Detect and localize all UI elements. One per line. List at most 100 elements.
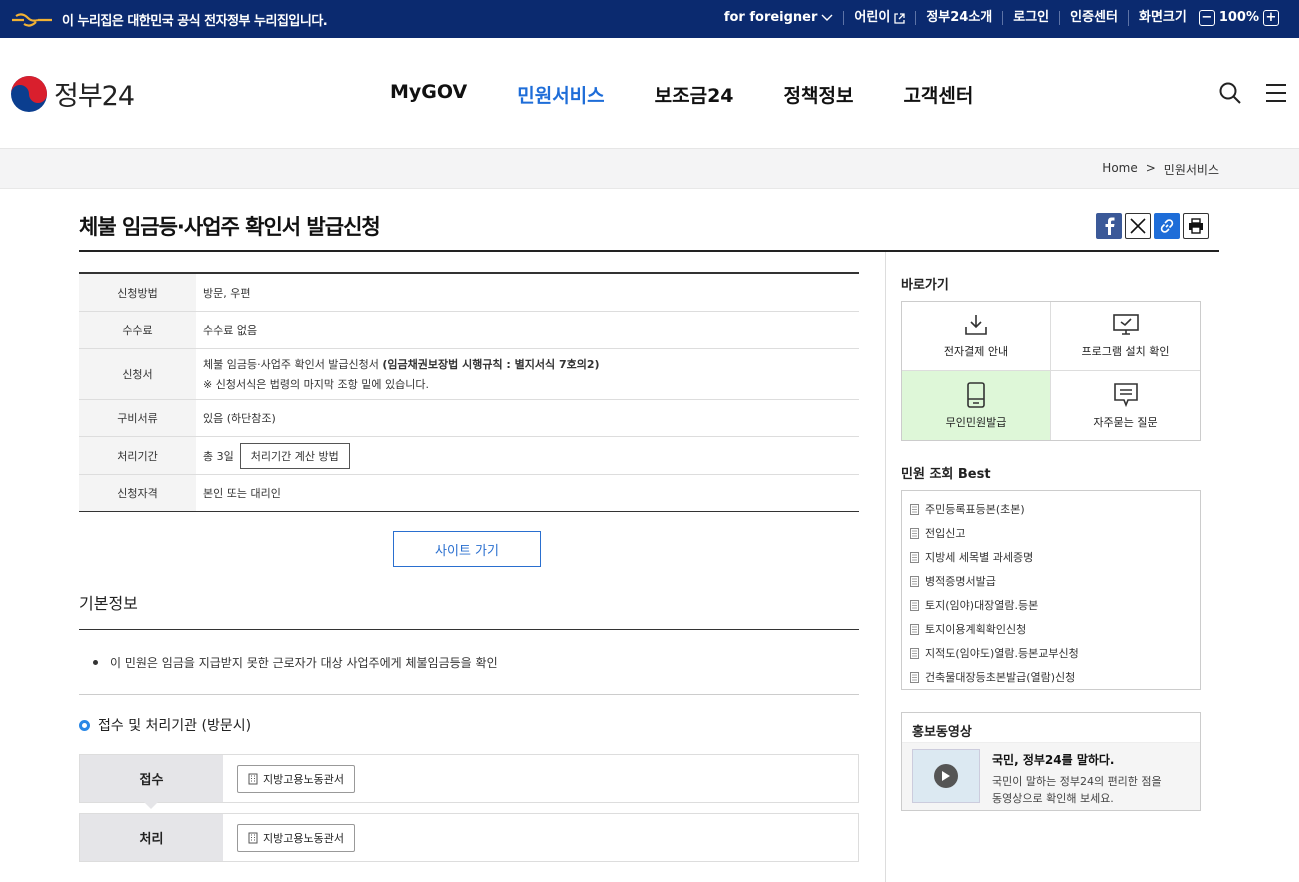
info-row-eligibility: 신청자격 본인 또는 대리인 [79,474,859,511]
quick-program-check[interactable]: 프로그램 설치 확인 [1051,302,1200,371]
menu-icon[interactable] [1265,82,1287,104]
document-icon [910,647,919,659]
document-icon [910,503,919,515]
info-row-documents: 구비서류 있음 (하단참조) [79,399,859,436]
nav-customer-center[interactable]: 고객센터 [903,81,973,108]
document-icon [910,671,919,683]
quick-e-payment[interactable]: 전자결제 안내 [902,302,1051,371]
receipt-label-cell: 접수 [80,755,223,809]
sidebar-divider [885,252,886,882]
print-icon[interactable] [1183,213,1209,239]
best-item-label: 지적도(임야도)열람.등본교부신청 [925,647,1079,660]
quick-label: 자주묻는 질문 [1093,415,1158,429]
foreigner-link[interactable]: for foreigner [714,11,844,25]
search-icon[interactable] [1219,82,1241,104]
breadcrumb-current[interactable]: 민원서비스 [1164,161,1219,178]
gov24-logo[interactable]: 정부24 [10,74,135,113]
gov24-intro-link[interactable]: 정부24소개 [915,11,1002,25]
x-twitter-icon[interactable] [1125,213,1151,239]
quick-links: 전자결제 안내 프로그램 설치 확인 무인민원발급 자주묻는 질문 [901,301,1201,441]
quick-faq[interactable]: 자주묻는 질문 [1051,371,1200,440]
cert-center-link[interactable]: 인증센터 [1059,11,1128,25]
best-item-label: 지방세 세목별 과세증명 [925,551,1034,564]
best-list-item[interactable]: 건축물대장등초본발급(열람)신청 [910,665,1192,689]
receipt-row: 접수 지방고용노동관서 [79,754,859,809]
form-link[interactable]: 체불 임금등·사업주 확인서 발급신청서 [203,358,379,371]
process-label-cell: 처리 [80,814,223,861]
info-label: 처리기간 [79,437,196,474]
document-icon [910,623,919,635]
external-link-icon [894,12,905,24]
info-value: 총 3일 처리기간 계산 방법 [196,437,859,474]
best-title: 민원 조회 Best [901,467,991,482]
document-icon [910,599,919,611]
breadcrumb: Home > 민원서비스 [0,149,1299,189]
nav-policy[interactable]: 정책정보 [784,81,854,108]
basic-info-title: 기본정보 [79,594,138,613]
info-value: 수수료 없음 [203,324,258,337]
process-row: 처리 지방고용노동관서 [79,813,859,862]
link-copy-icon[interactable] [1154,213,1180,239]
facebook-icon[interactable] [1096,213,1122,239]
form-note: ※ 신청서식은 법령의 마지막 조항 밑에 있습니다. [203,378,429,391]
document-icon [910,575,919,587]
login-link[interactable]: 로그인 [1002,11,1059,25]
breadcrumb-separator: > [1145,161,1156,175]
promo-body: 국민, 정부24를 말하다. 국민이 말하는 정부24의 편리한 점을 동영상으… [902,743,1200,810]
kiosk-icon [967,381,985,408]
best-list-item[interactable]: 지방세 세목별 과세증명 [910,545,1192,569]
zoom-out-button[interactable]: − [1198,10,1215,26]
period-calc-button[interactable]: 처리기간 계산 방법 [239,442,350,469]
receipt-agency-text: 지방고용노동관서 [263,772,344,786]
info-row-form: 신청서 체불 임금등·사업주 확인서 발급신청서 (임금채권보장법 시행규칙 :… [79,348,859,399]
site-header: 정부24 MyGOV 민원서비스 보조금24 정책정보 고객센터 [0,38,1299,149]
agency-section-title: 접수 및 처리기관 (방문시) [79,715,251,735]
form-line: 체불 임금등·사업주 확인서 발급신청서 (임금채권보장법 시행규칙 : 별지서… [203,356,852,372]
site-go-button[interactable]: 사이트 가기 [393,531,541,567]
title-divider [79,250,1219,252]
best-list-item[interactable]: 주민등록표등본(초본) [910,497,1192,521]
chat-icon [1113,382,1138,407]
logo-text: 정부24 [54,81,135,112]
best-list: 주민등록표등본(초본) 전입신고지방세 세목별 과세증명병적증명서발급토지(임야)… [901,490,1201,690]
receipt-value-cell: 지방고용노동관서 [223,755,858,802]
promo-video-thumbnail[interactable] [912,749,980,803]
best-item-label: 토지(임야)대장열람.등본 [925,599,1039,612]
quick-links-title: 바로가기 [901,278,949,293]
main-nav: MyGOV 민원서비스 보조금24 정책정보 고객센터 [390,81,973,108]
best-list-item[interactable]: 토지(임야)대장열람.등본 [910,593,1192,617]
page-title: 체불 임금등·사업주 확인서 발급신청 [79,215,381,239]
best-item-label: 건축물대장등초본발급(열람)신청 [925,671,1076,684]
info-label: 신청방법 [79,274,196,311]
best-list-item[interactable]: 병적증명서발급 [910,569,1192,593]
best-item-label: 토지이용계획확인신청 [925,623,1027,636]
process-agency-button[interactable]: 지방고용노동관서 [237,823,355,852]
receipt-agency-button[interactable]: 지방고용노동관서 [237,764,355,793]
best-item-label: 병적증명서발급 [925,575,996,588]
circle-bullet-icon [79,719,90,731]
process-value-cell: 지방고용노동관서 [223,814,858,861]
kids-link[interactable]: 어린이 [843,11,915,25]
quick-kiosk[interactable]: 무인민원발급 [902,371,1051,440]
best-item-label: 주민등록표등본(초본) [925,503,1025,516]
share-buttons [1096,213,1209,239]
download-icon [965,315,987,335]
basic-info-text: 이 민원은 임금을 지급받지 못한 근로자가 대상 사업주에게 체불임금등을 확… [110,656,498,670]
info-value: 체불 임금등·사업주 확인서 발급신청서 (임금채권보장법 시행규칙 : 별지서… [196,349,859,399]
zoom-level: 100% [1218,10,1259,25]
promo-desc-1: 국민이 말하는 정부24의 편리한 점을 [992,775,1162,788]
nav-mygov[interactable]: MyGOV [390,81,467,108]
quick-label: 전자결제 안내 [943,345,1009,358]
best-list-item[interactable]: 지적도(임야도)열람.등본교부신청 [910,641,1192,665]
info-label: 신청서 [79,349,196,399]
nav-subsidy24[interactable]: 보조금24 [655,81,734,108]
best-list-item[interactable]: 전입신고 [910,521,1192,545]
nav-civil-service[interactable]: 민원서비스 [517,81,604,108]
zoom-in-button[interactable]: + [1263,10,1279,26]
best-list-item[interactable]: 토지이용계획확인신청 [910,617,1192,641]
info-value: 본인 또는 대리인 [203,487,281,500]
breadcrumb-home[interactable]: Home [1102,161,1137,178]
utility-links: for foreigner 어린이 정부24소개 로그인 인증센터 화면크기 −… [714,10,1289,26]
section-divider [79,629,859,630]
info-label: 수수료 [79,312,196,348]
